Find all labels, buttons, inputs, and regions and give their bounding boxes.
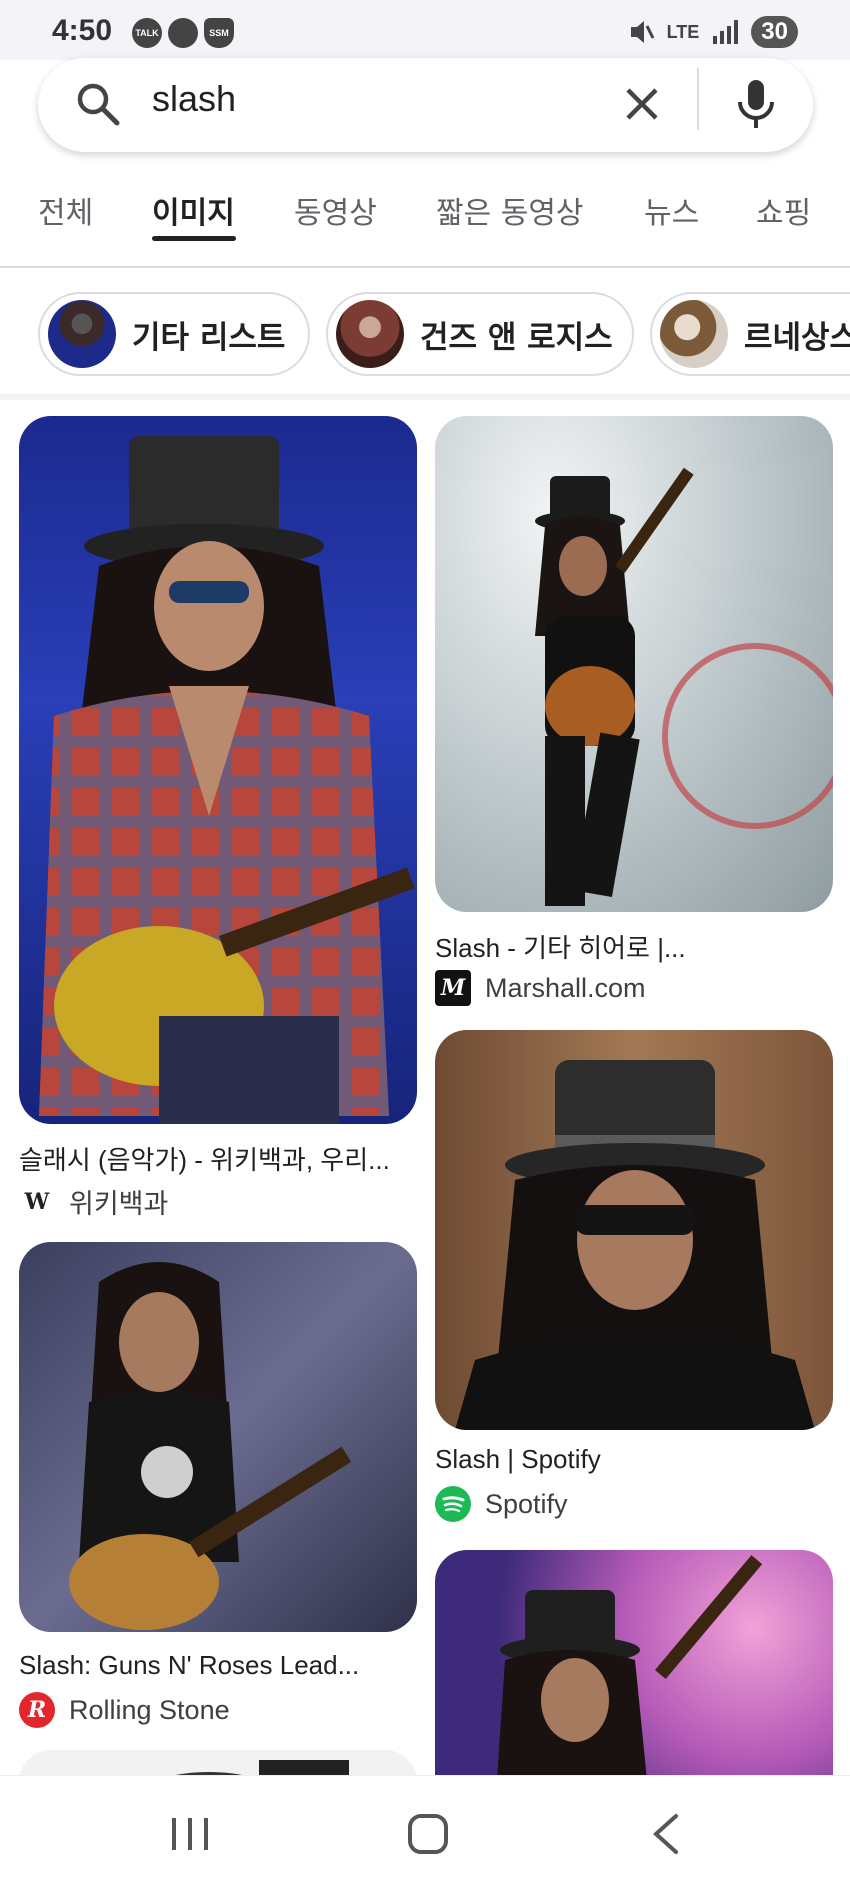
result-caption[interactable]: Slash: Guns N' Roses Lead... <box>19 1650 417 1681</box>
image-result-partial[interactable] <box>435 1550 833 1775</box>
marshall-logo-icon: M <box>435 970 471 1006</box>
talk-notification-icon: TALK <box>132 18 162 48</box>
status-time: 4:50 <box>52 14 113 47</box>
chip-thumbnail <box>660 300 728 368</box>
guitarist-photo <box>455 1060 815 1430</box>
partial-photo <box>175 1760 349 1775</box>
tab-all[interactable]: 전체 <box>38 188 93 232</box>
result-image[interactable] <box>19 1242 417 1632</box>
source-name: Spotify <box>485 1488 568 1519</box>
status-right: LTE 30 <box>625 16 798 48</box>
image-result-spotify[interactable]: Slash | Spotify Spotify <box>435 1030 833 1540</box>
result-source[interactable]: Spotify <box>435 1486 568 1522</box>
tab-shopping[interactable]: 쇼핑 <box>756 188 811 232</box>
result-caption[interactable]: Slash - 기타 히어로 |... <box>435 928 833 965</box>
result-source[interactable]: R Rolling Stone <box>19 1692 230 1728</box>
search-icon[interactable] <box>72 78 124 130</box>
result-image[interactable] <box>19 416 417 1124</box>
guitarist-photo <box>497 1555 763 1775</box>
image-result-marshall[interactable]: Slash - 기타 히어로 |... M Marshall.com <box>435 416 833 1016</box>
result-caption[interactable]: Slash | Spotify <box>435 1444 833 1475</box>
chip-guns-n-roses[interactable]: 건즈 앤 로지스 <box>326 292 634 376</box>
system-nav-bar <box>0 1775 850 1889</box>
chip-label: 건즈 앤 로지스 <box>420 319 613 356</box>
chip-renaissance[interactable]: 르네상스 <box>650 292 850 376</box>
tab-images[interactable]: 이미지 <box>152 188 235 232</box>
rolling-stone-logo-icon: R <box>19 1692 55 1728</box>
active-tab-indicator <box>152 236 236 241</box>
tab-videos[interactable]: 동영상 <box>294 188 377 232</box>
spotify-waves <box>442 1496 465 1513</box>
home-icon[interactable] <box>398 1810 458 1858</box>
search-tabs: 전체 이미지 동영상 짧은 동영상 뉴스 쇼핑 <box>0 170 850 268</box>
image-result-wikipedia[interactable]: 슬래시 (음악가) - 위키백과, 우리... W 위키백과 <box>19 416 417 1220</box>
chip-thumbnail <box>48 300 116 368</box>
battery-indicator: 30 <box>751 16 798 48</box>
status-bar: 4:50 TALK SSM LTE 30 <box>0 0 850 60</box>
source-name: Rolling Stone <box>69 1694 230 1725</box>
cloud-notification-icon <box>168 18 198 48</box>
result-image[interactable] <box>435 1550 833 1775</box>
ssm-shield-icon: SSM <box>204 18 234 48</box>
back-icon[interactable] <box>636 1810 696 1858</box>
result-caption[interactable]: 슬래시 (음악가) - 위키백과, 우리... <box>19 1140 417 1177</box>
chip-label: 르네상스 <box>744 319 850 356</box>
spotify-logo-icon <box>435 1486 471 1522</box>
guitarist-photo <box>39 436 415 1124</box>
image-result-rolling-stone[interactable]: Slash: Guns N' Roses Lead... R Rolling S… <box>19 1242 417 1742</box>
image-results-grid: 슬래시 (음악가) - 위키백과, 우리... W 위키백과 Slash - 기… <box>0 410 850 1775</box>
source-name: 위키백과 <box>69 1189 169 1219</box>
tab-short-videos[interactable]: 짧은 동영상 <box>436 188 584 232</box>
section-divider <box>0 394 850 400</box>
guitarist-photo <box>535 467 833 906</box>
wikipedia-logo-icon: W <box>19 1183 55 1220</box>
search-input[interactable]: slash <box>152 78 236 120</box>
result-image[interactable] <box>435 416 833 912</box>
signal-icon <box>713 20 739 44</box>
microphone-icon[interactable] <box>728 74 784 134</box>
result-source[interactable]: W 위키백과 <box>19 1182 168 1221</box>
related-chips: 기타 리스트 건즈 앤 로지스 르네상스 <box>0 290 850 388</box>
chip-label: 기타 리스트 <box>132 319 286 356</box>
image-result-peek[interactable] <box>19 1750 417 1775</box>
vibrate-mute-icon <box>630 21 654 43</box>
result-image[interactable] <box>435 1030 833 1430</box>
notification-icons: TALK SSM <box>132 18 234 48</box>
divider <box>697 68 699 130</box>
recent-apps-icon[interactable] <box>160 1810 220 1858</box>
tab-news[interactable]: 뉴스 <box>644 188 699 232</box>
close-icon[interactable] <box>616 78 668 130</box>
search-bar[interactable]: slash <box>38 58 813 152</box>
result-image[interactable] <box>19 1750 417 1775</box>
network-type: LTE <box>666 21 700 42</box>
source-name: Marshall.com <box>485 972 646 1003</box>
result-source[interactable]: M Marshall.com <box>435 970 646 1006</box>
chip-thumbnail <box>336 300 404 368</box>
chip-guitarist[interactable]: 기타 리스트 <box>38 292 310 376</box>
guitarist-photo <box>69 1262 352 1630</box>
